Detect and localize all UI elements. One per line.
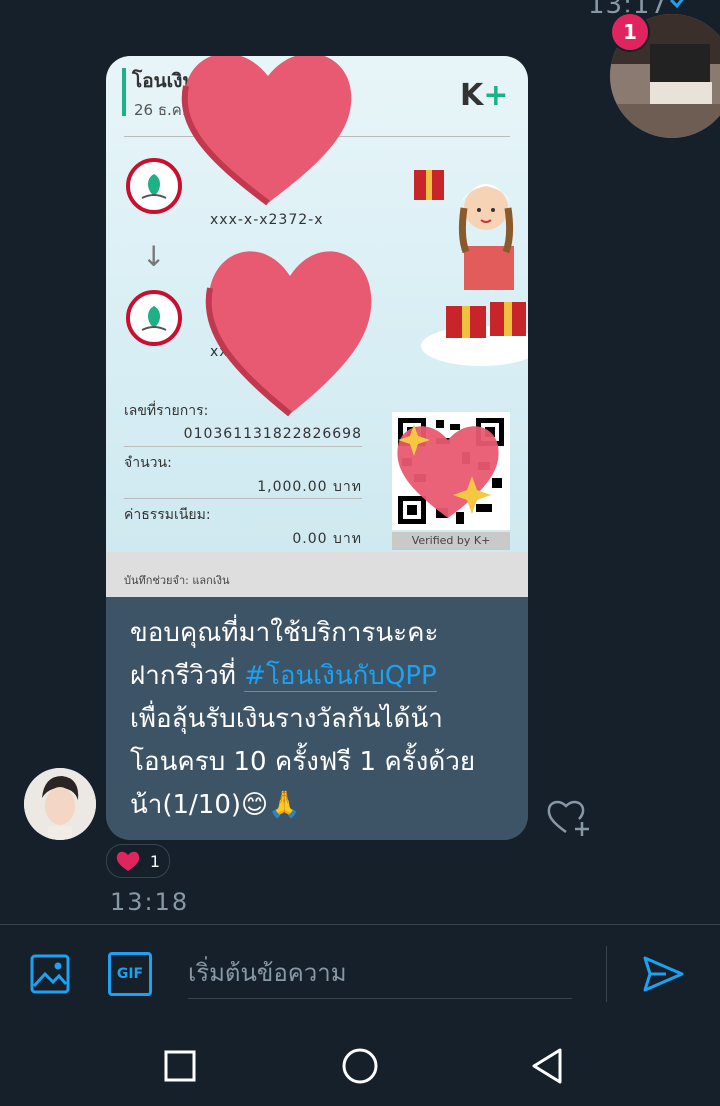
message-line: ขอบคุณที่มาใช้บริการนะคะ [130,618,439,648]
slip-note: บันทึกช่วยจำ: แลกเงิน [124,574,230,587]
heart-sticker-icon [205,251,372,417]
kbank-logo-icon [126,158,182,214]
gif-button[interactable]: GIF [108,952,152,996]
sparkle-heart-sticker-icon [397,424,499,518]
verified-label: Verified by K+ [392,532,510,550]
message-line: โอนครบ 10 ครั้งฟรี 1 ครั้งด้วย [130,747,476,777]
read-check-icon [669,0,684,9]
recent-apps-icon[interactable] [158,1044,202,1088]
hashtag-link[interactable]: #โอนเงินกับQPP [244,661,437,692]
compose-divider [606,946,607,1002]
ref-label: เลขที่รายการ: [124,403,209,419]
kplus-logo-k: K [460,78,484,113]
heart-sticker-icon [181,56,352,206]
slip-title-bar [122,68,126,116]
divider [124,498,362,499]
message-bubble[interactable]: โอนเงินสำ 26 ธ.ค. K+ xxx-x-x2372-x ↓ xx … [106,56,528,840]
kbank-logo-icon [126,290,182,346]
message-line: น้า(1/10)😊🙏 [130,790,301,820]
down-arrow-icon: ↓ [142,240,166,273]
home-icon[interactable] [338,1044,382,1088]
reaction-pill[interactable]: 1 [106,844,170,878]
image-icon[interactable] [28,952,72,996]
fee-label: ค่าธรรมเนียม: [124,507,211,523]
amount-label: จำนวน: [124,455,172,471]
message-input[interactable] [188,948,572,999]
message-line-prefix: ฝากรีวิวที่ [130,661,245,691]
message-time: 13:18 [110,888,190,916]
send-icon[interactable] [640,952,686,996]
ref-value: 010361131822826698 [183,426,362,442]
message-line: เพื่อลุ้นรับเงินรางวัลกันได้น้า [130,704,443,734]
slip-note-bar: บันทึกช่วยจำ: แลกเงิน [106,552,528,597]
kplus-logo: K+ [460,78,508,113]
sender-avatar[interactable] [24,768,96,840]
back-icon[interactable] [526,1044,570,1088]
message-text: ขอบคุณที่มาใช้บริการนะคะ ฝากรีวิวที่ #โอ… [130,612,510,827]
message-line: ฝากรีวิวที่ #โอนเงินกับQPP [130,655,510,698]
amount-value: 1,000.00 บาท [257,479,362,495]
divider [124,446,362,447]
fee-value: 0.00 บาท [292,531,362,547]
reaction-count: 1 [149,851,161,871]
kplus-logo-plus: + [483,78,509,113]
from-account: xxx-x-x2372-x [210,212,324,228]
transfer-slip-image[interactable]: โอนเงินสำ 26 ธ.ค. K+ xxx-x-x2372-x ↓ xx … [106,56,528,552]
holiday-girl-illustration [414,170,528,366]
add-reaction-heart-icon[interactable] [546,796,592,840]
red-heart-icon [116,851,140,871]
notification-badge: 1 [610,12,650,52]
